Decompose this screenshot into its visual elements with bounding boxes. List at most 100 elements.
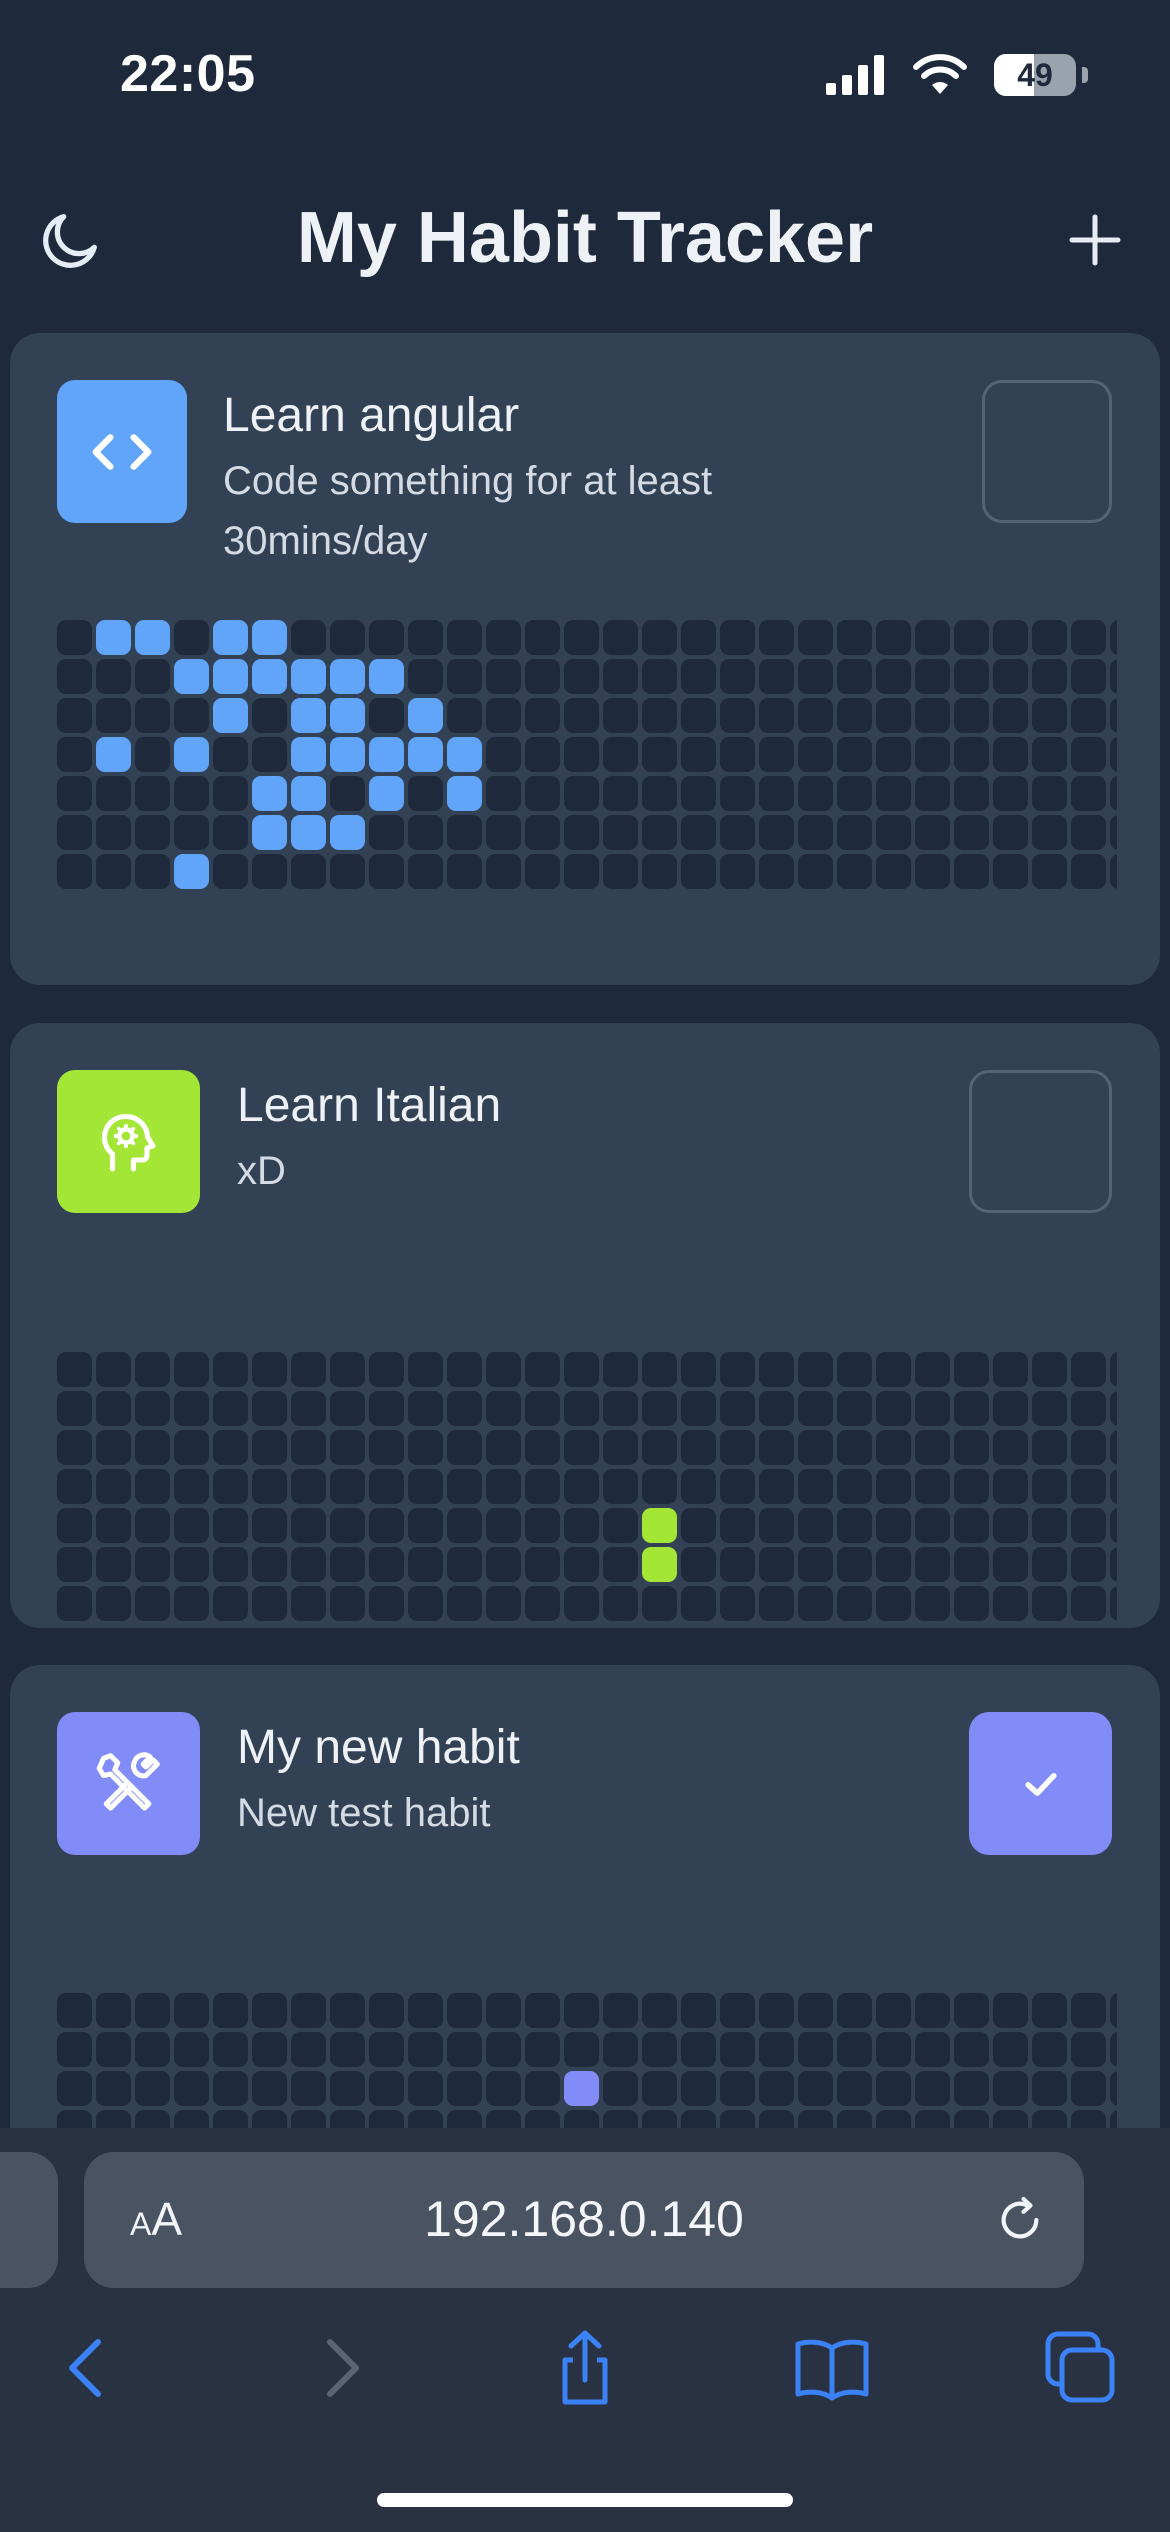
day-cell bbox=[486, 1352, 521, 1387]
day-cell bbox=[564, 659, 599, 694]
day-cell bbox=[876, 1993, 911, 2028]
day-cell bbox=[603, 1391, 638, 1426]
day-cell bbox=[369, 620, 404, 655]
bookmarks-button[interactable] bbox=[792, 2328, 872, 2408]
back-icon bbox=[69, 2339, 101, 2397]
day-cell bbox=[1110, 815, 1117, 850]
previous-tab-stub[interactable] bbox=[0, 2152, 58, 2288]
day-cell bbox=[57, 1586, 92, 1621]
day-cell bbox=[252, 1508, 287, 1543]
day-cell-completed bbox=[213, 620, 248, 655]
day-cell bbox=[369, 698, 404, 733]
day-cell bbox=[447, 1993, 482, 2028]
habit-card[interactable]: My new habit New test habit bbox=[10, 1665, 1160, 2165]
day-cell-completed bbox=[96, 620, 131, 655]
day-cell bbox=[1071, 1469, 1106, 1504]
day-cell bbox=[642, 776, 677, 811]
day-cell bbox=[96, 854, 131, 889]
habit-check-button[interactable] bbox=[969, 1712, 1112, 1855]
day-cell bbox=[798, 1391, 833, 1426]
day-cell bbox=[1032, 1508, 1067, 1543]
day-cell bbox=[57, 659, 92, 694]
add-habit-button[interactable] bbox=[1060, 205, 1130, 275]
day-cell bbox=[96, 1469, 131, 1504]
day-cell bbox=[447, 1391, 482, 1426]
day-cell bbox=[135, 1508, 170, 1543]
day-cell bbox=[681, 776, 716, 811]
day-cell bbox=[369, 1469, 404, 1504]
day-cell bbox=[642, 698, 677, 733]
day-cell bbox=[408, 1430, 443, 1465]
day-cell bbox=[564, 1391, 599, 1426]
day-cell bbox=[837, 776, 872, 811]
day-cell bbox=[681, 698, 716, 733]
habit-icon-box bbox=[57, 380, 187, 523]
day-cell bbox=[798, 2032, 833, 2067]
day-cell bbox=[291, 2032, 326, 2067]
day-cell bbox=[915, 659, 950, 694]
code-icon bbox=[92, 433, 152, 470]
day-cell bbox=[1110, 1586, 1117, 1621]
habit-check-button[interactable] bbox=[969, 1070, 1112, 1213]
day-cell-completed bbox=[291, 815, 326, 850]
day-cell bbox=[1032, 2071, 1067, 2106]
day-cell bbox=[642, 737, 677, 772]
day-cell bbox=[720, 2071, 755, 2106]
habit-card[interactable]: Learn angular Code something for at leas… bbox=[10, 333, 1160, 985]
day-cell bbox=[174, 1547, 209, 1582]
day-cell bbox=[1032, 1469, 1067, 1504]
day-cell bbox=[96, 1993, 131, 2028]
day-cell bbox=[1032, 1547, 1067, 1582]
day-cell bbox=[330, 1993, 365, 2028]
day-cell bbox=[330, 1547, 365, 1582]
day-cell bbox=[330, 776, 365, 811]
day-cell bbox=[252, 2071, 287, 2106]
share-button[interactable] bbox=[545, 2328, 625, 2408]
reload-icon bbox=[1001, 2196, 1039, 2239]
day-cell bbox=[564, 1993, 599, 2028]
day-cell bbox=[96, 2071, 131, 2106]
day-cell bbox=[954, 659, 989, 694]
day-cell bbox=[1110, 1469, 1117, 1504]
day-cell bbox=[291, 1586, 326, 1621]
day-cell-completed bbox=[330, 659, 365, 694]
day-cell bbox=[174, 1586, 209, 1621]
day-cell bbox=[915, 1352, 950, 1387]
day-cell bbox=[837, 1391, 872, 1426]
day-cell bbox=[876, 659, 911, 694]
day-cell bbox=[876, 815, 911, 850]
day-cell bbox=[603, 1469, 638, 1504]
day-cell bbox=[447, 2071, 482, 2106]
forward-button[interactable] bbox=[300, 2328, 380, 2408]
tabs-button[interactable] bbox=[1040, 2328, 1120, 2408]
day-cell bbox=[993, 659, 1028, 694]
back-button[interactable] bbox=[48, 2328, 128, 2408]
day-cell bbox=[720, 1430, 755, 1465]
url-bar[interactable]: AA 192.168.0.140 bbox=[84, 2152, 1084, 2288]
day-cell bbox=[96, 698, 131, 733]
habit-check-button[interactable] bbox=[982, 380, 1112, 523]
day-cell-completed bbox=[291, 659, 326, 694]
day-cell bbox=[291, 1469, 326, 1504]
habit-card[interactable]: Learn Italian xD bbox=[10, 1023, 1160, 1628]
day-cell bbox=[1110, 1508, 1117, 1543]
day-cell bbox=[642, 1391, 677, 1426]
day-cell bbox=[876, 1352, 911, 1387]
day-cell bbox=[837, 1547, 872, 1582]
day-cell bbox=[1071, 698, 1106, 733]
day-cell bbox=[681, 620, 716, 655]
day-cell bbox=[1071, 1586, 1106, 1621]
day-cell bbox=[642, 2071, 677, 2106]
habit-completion-grid bbox=[57, 1352, 1117, 1621]
day-cell bbox=[876, 776, 911, 811]
day-cell bbox=[408, 1547, 443, 1582]
day-cell bbox=[1110, 737, 1117, 772]
day-cell-completed bbox=[564, 2071, 599, 2106]
day-cell bbox=[837, 1430, 872, 1465]
day-cell bbox=[564, 1430, 599, 1465]
day-cell bbox=[759, 815, 794, 850]
day-cell bbox=[603, 737, 638, 772]
day-cell bbox=[798, 776, 833, 811]
reload-button[interactable] bbox=[992, 2192, 1048, 2248]
day-cell bbox=[759, 620, 794, 655]
